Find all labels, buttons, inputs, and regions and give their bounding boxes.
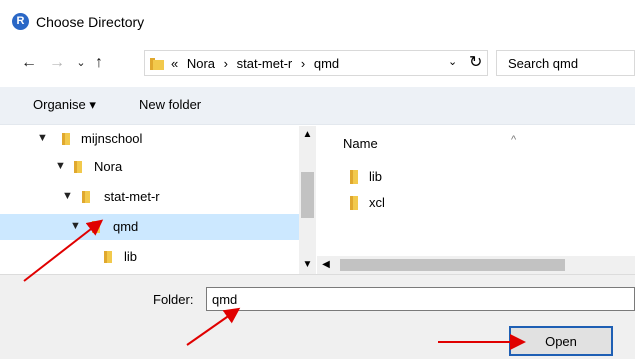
address-bar[interactable]: « Nora › stat-met-r › qmd ⌄ ↻ <box>144 50 488 76</box>
chevron-down-icon[interactable]: ▼ <box>37 132 48 144</box>
tree-item-qmd[interactable]: ▼ qmd <box>0 214 299 240</box>
window-title: Choose Directory <box>36 14 145 30</box>
tree-item-label: Nora <box>94 159 123 174</box>
tree-item-stat-met-r[interactable]: ▼ stat-met-r <box>0 184 299 210</box>
folder-icon <box>92 221 100 233</box>
organise-button[interactable]: Organise ▾ <box>33 97 96 113</box>
new-folder-button[interactable]: New folder <box>139 97 201 112</box>
scroll-down-icon[interactable]: ▼ <box>299 256 316 273</box>
breadcrumb-overflow[interactable]: « <box>171 56 178 71</box>
folder-icon <box>62 133 70 145</box>
breadcrumb-item-nora[interactable]: Nora <box>187 56 215 71</box>
tree-item-label: lib <box>124 249 138 264</box>
file-item-name: xcl <box>369 195 385 210</box>
refresh-icon[interactable]: ↻ <box>469 52 482 72</box>
name-column-header[interactable]: Name ^ <box>343 134 516 151</box>
forward-arrow-icon[interactable]: → <box>48 52 66 74</box>
search-box[interactable] <box>496 50 635 76</box>
breadcrumb-item-qmd[interactable]: qmd <box>314 56 339 71</box>
folder-icon <box>350 170 358 184</box>
navigation-tree: ▼ mijnschool ▼ Nora ▼ stat-met-r ▼ qmd l… <box>0 126 299 274</box>
breadcrumb: « Nora › stat-met-r › qmd <box>171 56 344 71</box>
file-list-pane: Name ^ lib xcl <box>317 126 635 274</box>
tree-vertical-scrollbar[interactable]: ▲ ▼ <box>299 126 316 274</box>
sort-ascending-icon: ^ <box>511 134 517 146</box>
tree-item-mijnschool[interactable]: ▼ mijnschool <box>0 126 299 152</box>
back-arrow-icon[interactable]: ← <box>20 52 38 74</box>
breadcrumb-separator[interactable]: › <box>224 56 228 71</box>
folder-icon <box>104 251 112 263</box>
folder-icon <box>74 161 82 173</box>
search-input[interactable] <box>497 51 627 75</box>
navigation-bar: ← → ⌄ ↑ « Nora › stat-met-r › qmd ⌄ ↻ <box>0 44 635 84</box>
scroll-left-icon[interactable]: ◀ <box>317 256 335 274</box>
folder-field-label: Folder: <box>153 292 194 307</box>
open-button-label: Open <box>545 334 577 349</box>
file-item-name: lib <box>369 169 383 184</box>
tree-item-lib[interactable]: lib <box>0 244 299 270</box>
folder-input[interactable] <box>206 287 635 311</box>
folder-icon <box>350 196 358 210</box>
breadcrumb-separator[interactable]: › <box>301 56 305 71</box>
open-button[interactable]: Open <box>509 326 613 356</box>
scrollbar-thumb[interactable] <box>340 259 565 271</box>
tree-item-label: stat-met-r <box>104 189 160 204</box>
dialog-footer: Folder: Open <box>0 274 635 359</box>
scrollbar-thumb[interactable] <box>301 172 314 218</box>
file-pane-horizontal-scrollbar[interactable]: ◀ <box>317 256 635 274</box>
breadcrumb-item-stat-met-r[interactable]: stat-met-r <box>237 56 293 71</box>
r-app-icon: R <box>12 13 29 30</box>
folder-icon <box>82 191 90 203</box>
tree-item-label: qmd <box>113 219 139 234</box>
recent-locations-chevron-down-icon[interactable]: ⌄ <box>74 52 88 74</box>
chevron-down-icon[interactable]: ▼ <box>70 220 81 232</box>
up-arrow-icon[interactable]: ↑ <box>90 52 108 74</box>
chevron-down-icon[interactable]: ▼ <box>55 160 66 172</box>
scroll-up-icon[interactable]: ▲ <box>299 126 316 143</box>
tree-item-nora[interactable]: ▼ Nora <box>0 154 299 180</box>
command-toolbar: Organise ▾ New folder <box>0 87 635 125</box>
tree-item-label: mijnschool <box>81 131 143 146</box>
chevron-down-icon[interactable]: ▼ <box>62 190 73 202</box>
address-dropdown-chevron-icon[interactable]: ⌄ <box>448 55 457 68</box>
name-column-label: Name <box>343 136 378 151</box>
title-bar: R Choose Directory <box>0 0 635 44</box>
folder-icon <box>150 58 164 70</box>
